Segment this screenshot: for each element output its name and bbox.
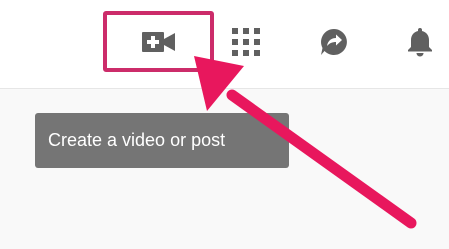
tooltip: Create a video or post (35, 113, 289, 168)
apps-button[interactable] (222, 20, 270, 64)
apps-grid-icon (232, 28, 260, 56)
video-plus-icon (141, 31, 175, 52)
create-button[interactable] (103, 11, 214, 72)
messages-button[interactable] (310, 20, 358, 64)
bell-icon (408, 28, 432, 57)
tooltip-text: Create a video or post (48, 130, 226, 150)
notifications-button[interactable] (396, 20, 444, 64)
share-messages-icon (321, 29, 347, 55)
